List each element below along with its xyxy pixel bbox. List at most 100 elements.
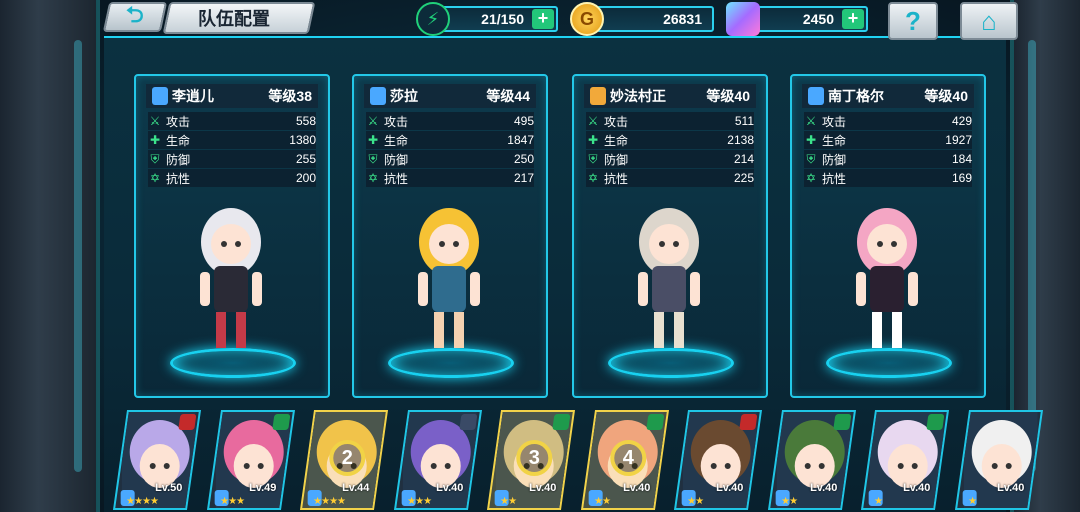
roster-card[interactable]: Lv.40 ★★★ [393, 410, 482, 510]
card-stars: ★★★★ [313, 496, 346, 507]
stat-label: 防御 [384, 152, 409, 167]
hero-slot-3[interactable]: 妙法村正 等级40 ⚔ 攻击 511 ✚ 生命 2138 ⛨ 防御 214 ✡ … [572, 74, 768, 398]
add-gems-button[interactable]: + [842, 9, 864, 29]
stat-label: 防御 [166, 152, 191, 167]
stat-label: 防御 [604, 152, 629, 167]
add-stamina-button[interactable]: + [532, 9, 554, 29]
stat-row-attack: ⚔ 攻击 495 [366, 112, 534, 130]
stat-value: 225 [733, 171, 754, 185]
stat-row-hp: ✚ 生命 2138 [586, 131, 754, 149]
card-stars: ★★ [687, 496, 704, 507]
hero-sprite [856, 208, 918, 348]
roster-card[interactable]: 2 Lv.44 ★★★★ [299, 410, 389, 510]
stat-value: 495 [513, 114, 534, 128]
stat-value: 184 [951, 152, 972, 166]
card-stars: ★★★ [219, 496, 244, 507]
stat-value: 217 [513, 171, 534, 185]
card-level: Lv.50 [154, 482, 183, 494]
hero-name: 妙法村正 [610, 88, 666, 104]
card-stars: ★★ [780, 496, 797, 507]
hero-level: 等级40 [924, 88, 968, 104]
roster-card[interactable]: Lv.50 ★★★★ [112, 410, 202, 510]
roster-card[interactable]: Lv.40 ★ [954, 410, 1043, 510]
stat-row-defense: ⛨ 防御 250 [366, 150, 534, 168]
page-title: 队伍配置 [198, 9, 270, 29]
stat-value: 1380 [289, 133, 316, 147]
roster-card[interactable]: Lv.49 ★★★ [206, 410, 295, 510]
roster-card[interactable]: 4 Lv.40 ★★ [580, 410, 669, 510]
stat-label: 攻击 [604, 114, 629, 129]
card-level: Lv.40 [622, 482, 650, 494]
element-icon [458, 414, 477, 430]
card-level: Lv.40 [996, 482, 1024, 494]
card-stars: ★★ [500, 496, 517, 507]
roster-card[interactable]: Lv.40 ★★ [767, 410, 856, 510]
card-stars: ★★★ [406, 496, 431, 507]
hero-slot-1[interactable]: 李逍儿 等级38 ⚔ 攻击 558 ✚ 生命 1380 ⛨ 防御 255 ✡ 抗… [134, 74, 330, 398]
hero-slot-4[interactable]: 南丁格尔 等级40 ⚔ 攻击 429 ✚ 生命 1927 ⛨ 防御 184 ✡ … [790, 74, 986, 398]
stat-value: 558 [295, 114, 316, 128]
card-level: Lv.40 [715, 482, 744, 494]
hero-sprite [418, 208, 480, 348]
class-gem-icon [370, 87, 386, 105]
help-button[interactable]: ? [888, 2, 938, 40]
stat-value: 200 [295, 171, 316, 185]
stat-label: 生命 [604, 133, 629, 148]
stat-value: 511 [734, 114, 754, 128]
defense-icon: ⛨ [368, 152, 378, 166]
card-stars: ★ [967, 496, 976, 507]
card-stars: ★★★★ [126, 496, 159, 507]
gem-counter: 2450 + [752, 6, 868, 32]
class-gem-icon [808, 87, 824, 105]
gem-value: 2450 [802, 11, 834, 27]
resistance-icon: ✡ [367, 171, 379, 185]
element-icon [552, 414, 571, 430]
defense-icon: ⛨ [588, 152, 598, 166]
roster-card[interactable]: Lv.40 ★★ [673, 410, 763, 510]
hero-name: 莎拉 [390, 88, 418, 104]
hero-level: 等级40 [706, 88, 750, 104]
defense-icon: ⛨ [150, 152, 160, 166]
attack-icon: ⚔ [587, 114, 599, 128]
hp-icon: ✚ [367, 133, 379, 147]
card-level: Lv.49 [248, 482, 276, 494]
card-level: Lv.44 [341, 482, 370, 494]
hero-header: 莎拉 等级44 [364, 84, 536, 108]
card-stars: ★ [874, 496, 883, 507]
stat-value: 1847 [507, 133, 534, 147]
hero-header: 李逍儿 等级38 [146, 84, 318, 108]
hero-slot-2[interactable]: 莎拉 等级44 ⚔ 攻击 495 ✚ 生命 1847 ⛨ 防御 250 ✡ 抗性… [352, 74, 548, 398]
class-gem-icon [590, 87, 606, 105]
attack-icon: ⚔ [805, 114, 817, 128]
element-icon [271, 414, 290, 430]
card-level: Lv.40 [528, 482, 557, 494]
back-button[interactable]: ⮌ [102, 2, 168, 32]
hp-icon: ✚ [805, 133, 817, 147]
gold-counter: 26831 [596, 6, 714, 32]
card-level: Lv.40 [435, 482, 463, 494]
back-arrow-icon: ⮌ [126, 2, 144, 27]
stat-value: 429 [951, 114, 972, 128]
hero-level: 等级44 [486, 88, 530, 104]
team-slot-number: 4 [609, 440, 646, 476]
hero-sprite [638, 208, 700, 348]
stat-value: 214 [733, 152, 754, 166]
roster-card[interactable]: 3 Lv.40 ★★ [486, 410, 576, 510]
gold-value: 26831 [663, 11, 702, 27]
resistance-icon: ✡ [587, 171, 599, 185]
lightning-icon: ⚡ [416, 2, 450, 36]
resistance-icon: ✡ [805, 171, 817, 185]
home-button[interactable]: ⌂ [960, 2, 1018, 40]
resistance-icon: ✡ [149, 171, 161, 185]
title-plate: 队伍配置 [162, 2, 316, 34]
stat-value: 1927 [945, 133, 972, 147]
roster-card[interactable]: Lv.40 ★ [860, 410, 950, 510]
stat-row-defense: ⛨ 防御 255 [148, 150, 316, 168]
stat-label: 攻击 [822, 114, 847, 129]
stat-label: 攻击 [384, 114, 409, 129]
stat-row-defense: ⛨ 防御 214 [586, 150, 754, 168]
stat-value: 169 [951, 171, 972, 185]
attack-icon: ⚔ [367, 114, 379, 128]
hp-icon: ✚ [587, 133, 599, 147]
stat-label: 生命 [384, 133, 409, 148]
